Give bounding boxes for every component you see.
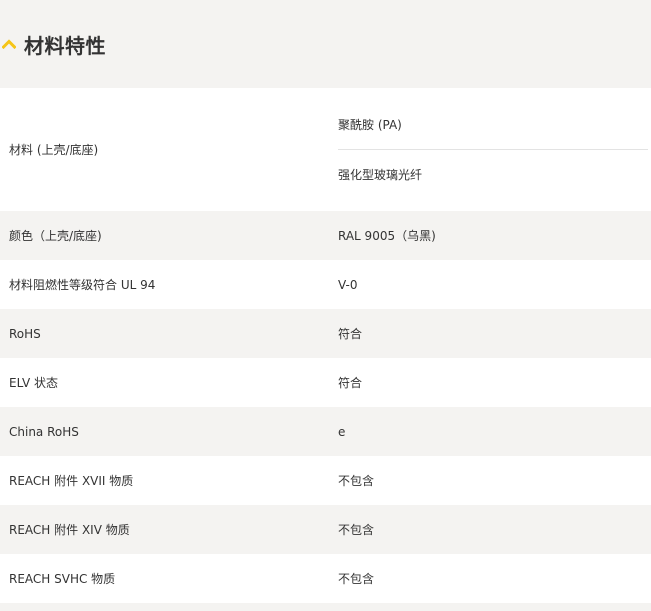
property-value: e [338, 424, 346, 439]
property-label: REACH 附件 XIV 物质 [9, 523, 130, 537]
table-row: RoHS 符合 [0, 309, 651, 358]
property-label: REACH 附件 XVII 物质 [9, 474, 134, 488]
property-label: 颜色（上壳/底座) [9, 229, 102, 243]
table-row: China RoHS e [0, 407, 651, 456]
property-label: ELV 状态 [9, 376, 58, 390]
property-value: 符合 [338, 327, 363, 341]
table-row: REACH SVHC 物质 不包含 [0, 554, 651, 603]
properties-table: 材料 (上壳/底座) 聚酰胺 (PA) 强化型玻璃光纤 颜色（上壳/底座) RA… [0, 88, 651, 603]
property-value-line: 聚酰胺 (PA) [338, 118, 402, 132]
property-label: 材料 (上壳/底座) [9, 143, 99, 157]
property-value-line: 强化型玻璃光纤 [338, 168, 423, 182]
chevron-up-icon[interactable] [0, 35, 18, 53]
property-label: 材料阻燃性等级符合 UL 94 [9, 278, 156, 292]
property-value: 符合 [338, 376, 363, 390]
table-row: 颜色（上壳/底座) RAL 9005（乌黑) [0, 211, 651, 260]
property-value: RAL 9005（乌黑) [338, 229, 436, 243]
property-value: 不包含 [338, 474, 375, 488]
property-value: 不包含 [338, 572, 375, 586]
property-value: 不包含 [338, 523, 375, 537]
section-header-material-properties[interactable]: 材料特性 [0, 0, 651, 88]
property-value: 聚酰胺 (PA) 强化型玻璃光纤 [338, 88, 651, 211]
table-row: REACH 附件 XVII 物质 不包含 [0, 456, 651, 505]
table-row: 材料 (上壳/底座) 聚酰胺 (PA) 强化型玻璃光纤 [0, 88, 651, 211]
table-row: REACH 附件 XIV 物质 不包含 [0, 505, 651, 554]
property-label: RoHS [9, 326, 41, 341]
property-label: China RoHS [9, 424, 79, 439]
property-label: REACH SVHC 物质 [9, 572, 116, 586]
property-value: V-0 [338, 277, 358, 292]
section-title: 材料特性 [24, 33, 106, 58]
table-row: 材料阻燃性等级符合 UL 94 V-0 [0, 260, 651, 309]
table-row: ELV 状态 符合 [0, 358, 651, 407]
